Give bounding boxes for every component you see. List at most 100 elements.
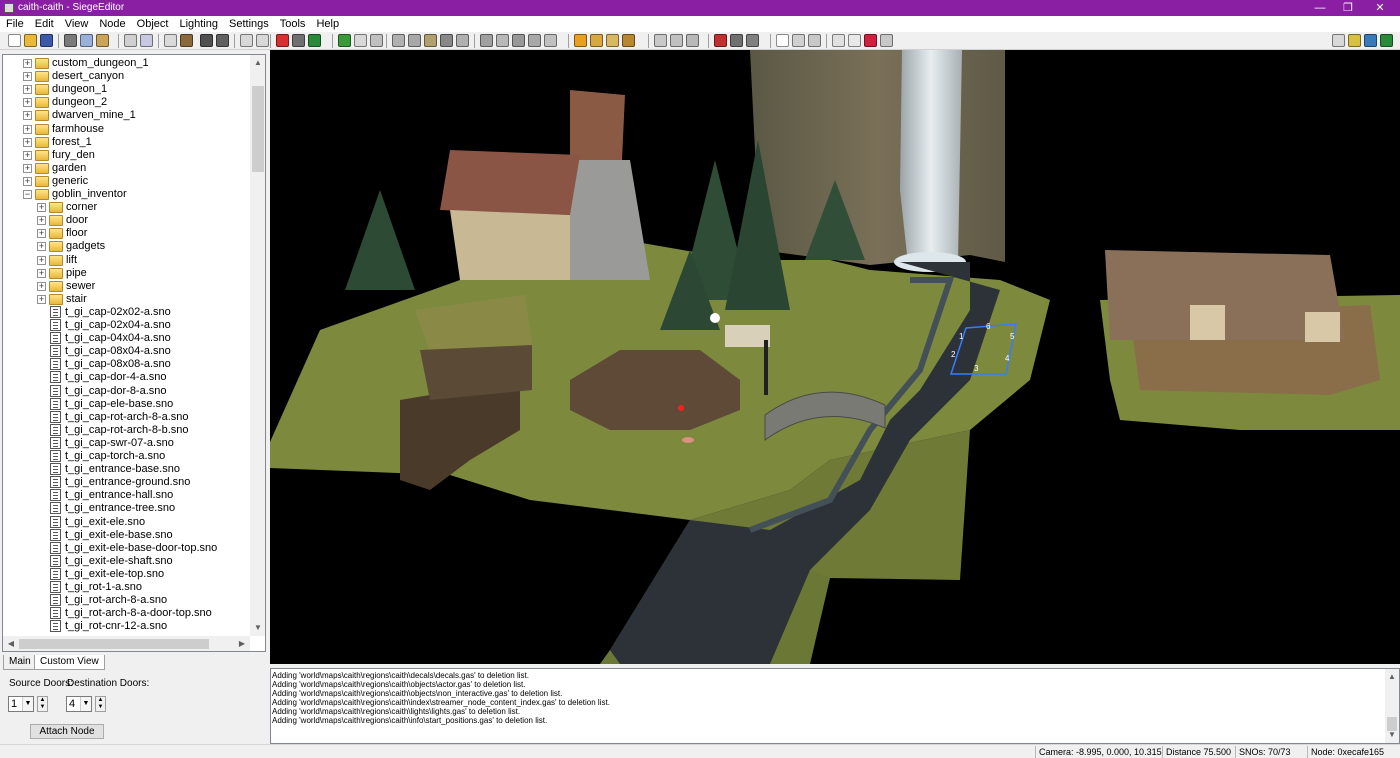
sparkle-icon[interactable]: [408, 34, 421, 47]
tree-item-folder[interactable]: + fury_den: [3, 149, 248, 162]
destination-doors-select[interactable]: 4 ▼: [66, 696, 92, 712]
expand-icon[interactable]: +: [23, 176, 32, 186]
move-icon[interactable]: [370, 34, 383, 47]
tree-vscroll-thumb[interactable]: [252, 86, 264, 172]
expand-icon[interactable]: +: [23, 124, 32, 134]
scroll-up-icon[interactable]: ▲: [250, 55, 265, 71]
menu-view[interactable]: View: [59, 16, 94, 31]
door-number-label[interactable]: 1: [959, 332, 963, 341]
scroll-right-icon[interactable]: ▶: [234, 636, 250, 651]
nav-back-icon[interactable]: [1332, 34, 1345, 47]
menu-edit[interactable]: Edit: [29, 16, 59, 31]
tree-item-folder[interactable]: + custom_dungeon_1: [3, 57, 248, 70]
door-number-label[interactable]: 4: [1005, 354, 1009, 363]
tree-item-folder[interactable]: + stair: [3, 293, 248, 306]
tree-item-folder[interactable]: + forest_1: [3, 136, 248, 149]
save-icon[interactable]: [40, 34, 53, 47]
expand-icon[interactable]: +: [37, 229, 46, 239]
node-tree-panel[interactable]: + custom_dungeon_1 + desert_canyon + dungeon_…: [2, 54, 266, 652]
view-b-icon[interactable]: [216, 34, 229, 47]
tree-item-file[interactable]: t_gi_rot-1-a.sno: [3, 581, 248, 594]
expand-icon[interactable]: +: [23, 111, 32, 121]
tree-item-file[interactable]: t_gi_exit-ele-base.sno: [3, 528, 248, 542]
tree-item-folder[interactable]: + corner: [3, 201, 248, 214]
expand-icon[interactable]: +: [23, 137, 32, 147]
tree-item-file[interactable]: t_gi_cap-dor-4-a.sno: [3, 371, 248, 384]
crosshair-icon[interactable]: [480, 34, 493, 47]
cut-icon[interactable]: [64, 34, 77, 47]
scroll-left-icon[interactable]: ◀: [3, 636, 19, 651]
scroll-down-icon[interactable]: ▼: [1384, 727, 1400, 743]
source-doors-select[interactable]: 1 ▼: [8, 696, 34, 712]
menu-file[interactable]: File: [0, 16, 29, 31]
info-icon[interactable]: [880, 34, 893, 47]
open-folder-icon[interactable]: [24, 34, 37, 47]
expand-icon[interactable]: +: [23, 85, 32, 95]
minimize-button[interactable]: —: [1306, 0, 1334, 16]
red-flag-icon[interactable]: [714, 34, 727, 47]
tree-vertical-scrollbar[interactable]: ▲ ▼: [250, 55, 265, 636]
tree-item-file[interactable]: t_gi_rot-arch-8-a-door-top.sno: [3, 607, 248, 620]
door-number-label[interactable]: 5: [1010, 332, 1014, 341]
light-grid-icon[interactable]: [590, 34, 603, 47]
tree-item-folder[interactable]: + garden: [3, 162, 248, 175]
green-flag-icon[interactable]: [308, 34, 321, 47]
tree-item-file[interactable]: t_gi_cap-dor-8-a.sno: [3, 384, 248, 398]
arrow-a-icon[interactable]: [792, 34, 805, 47]
menu-settings[interactable]: Settings: [223, 16, 274, 31]
pivot-icon[interactable]: [456, 34, 469, 47]
expand-icon[interactable]: +: [37, 268, 46, 278]
rotate-right-icon[interactable]: [256, 34, 269, 47]
tree-item-file[interactable]: t_gi_cap-swr-07-a.sno: [3, 436, 248, 450]
film-icon[interactable]: [746, 34, 759, 47]
scroll-up-icon[interactable]: ▲: [1384, 669, 1400, 685]
tree-item-folder[interactable]: + sewer: [3, 280, 248, 293]
door-number-label[interactable]: 3: [974, 364, 978, 373]
tree-hscroll-thumb[interactable]: [19, 639, 209, 649]
light-box-icon[interactable]: [622, 34, 635, 47]
tree-item-file[interactable]: t_gi_entrance-base.sno: [3, 463, 248, 476]
expand-icon[interactable]: +: [37, 281, 46, 291]
tree-item-folder[interactable]: + dwarven_mine_1: [3, 109, 248, 122]
tab-custom-view[interactable]: Custom View: [34, 655, 105, 670]
collapse-icon[interactable]: −: [23, 190, 32, 199]
expand-icon[interactable]: +: [23, 163, 32, 173]
door-number-label[interactable]: 6: [986, 322, 990, 331]
source-doors-spinner[interactable]: ▲ ▼: [37, 696, 48, 712]
tree-item-folder[interactable]: + floor: [3, 227, 248, 240]
expand-icon[interactable]: +: [23, 72, 32, 82]
nav-save-icon[interactable]: [1380, 34, 1393, 47]
hammer-icon[interactable]: [180, 34, 193, 47]
expand-icon[interactable]: +: [23, 98, 32, 108]
doc-a-icon[interactable]: [832, 34, 845, 47]
lock-a-icon[interactable]: [512, 34, 525, 47]
output-log[interactable]: Adding 'world\maps\caith\regions\caith\d…: [270, 668, 1400, 744]
camera-icon[interactable]: [730, 34, 743, 47]
scroll-down-icon[interactable]: ▼: [250, 620, 265, 636]
down-arrow-icon[interactable]: [354, 34, 367, 47]
doc-b-icon[interactable]: [848, 34, 861, 47]
tree-item-folder[interactable]: + farmhouse: [3, 123, 248, 136]
menu-tools[interactable]: Tools: [274, 16, 311, 31]
menu-lighting[interactable]: Lighting: [173, 16, 223, 31]
tree-horizontal-scrollbar[interactable]: ◀ ▶: [3, 636, 250, 651]
tree-item-file[interactable]: t_gi_exit-ele-shaft.sno: [3, 554, 248, 568]
tree-item-file[interactable]: t_gi_entrance-tree.sno: [3, 502, 248, 515]
tree-item-file[interactable]: t_gi_cap-08x04-a.sno: [3, 345, 248, 358]
tree-item-folder[interactable]: + gadgets: [3, 240, 248, 253]
grid-icon[interactable]: [164, 34, 177, 47]
color-blocks-icon[interactable]: [864, 34, 877, 47]
door-number-label[interactable]: 2: [951, 350, 955, 359]
nav-flag-icon[interactable]: [1364, 34, 1377, 47]
pen-icon[interactable]: [440, 34, 453, 47]
menu-help[interactable]: Help: [310, 16, 344, 31]
expand-icon[interactable]: +: [23, 150, 32, 160]
attach-node-button[interactable]: Attach Node: [30, 724, 104, 739]
tree-item-file[interactable]: t_gi_cap-02x02-a.sno: [3, 305, 248, 319]
pointer-b-icon[interactable]: [670, 34, 683, 47]
light-edit-icon[interactable]: [606, 34, 619, 47]
tree-item-folder[interactable]: − goblin_inventor: [3, 188, 248, 201]
tree-item-folder[interactable]: + pipe: [3, 267, 248, 280]
rotate-left-icon[interactable]: [240, 34, 253, 47]
person-icon[interactable]: [424, 34, 437, 47]
